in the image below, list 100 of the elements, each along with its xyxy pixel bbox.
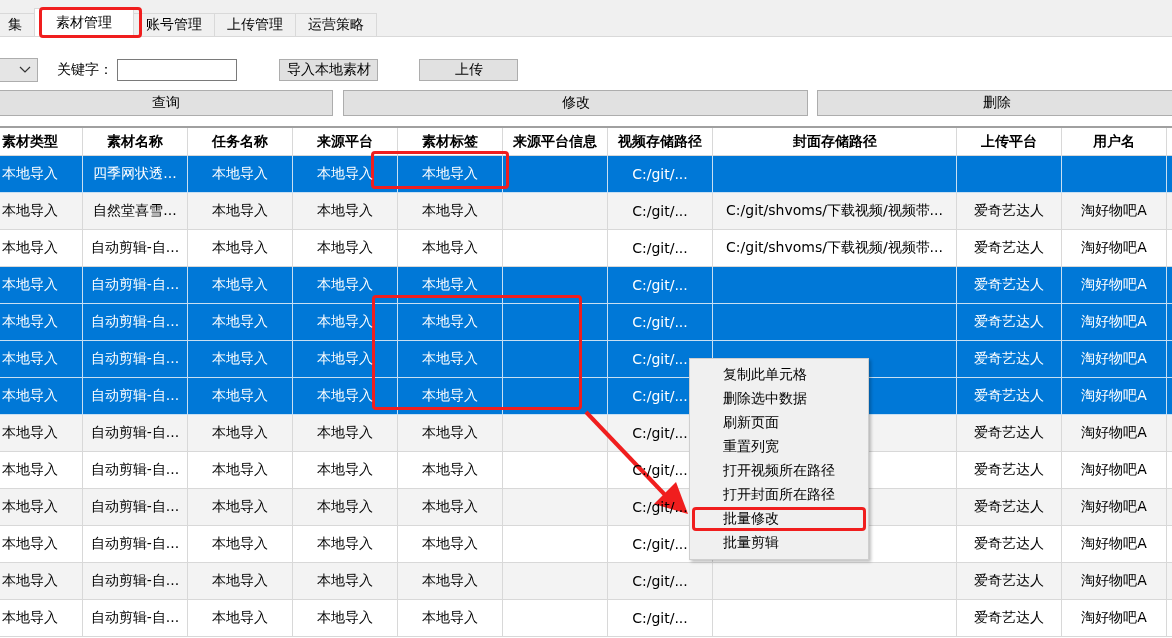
import-button[interactable]: 导入本地素材 [279,59,378,81]
column-header[interactable]: 素材标签 [398,128,503,156]
table-cell: 本地导入 [188,415,293,452]
column-header[interactable]: 用户名 [1062,128,1167,156]
column-header[interactable]: 封面存储路径 [713,128,957,156]
table-cell: 本地导入 [188,489,293,526]
table-cell: 淘好物吧A [1062,304,1167,341]
table-cell: 爱奇艺达人 [957,193,1062,230]
table-cell: 本地导入 [398,304,503,341]
table-cell: 本地导入 [398,193,503,230]
table-cell: 淘好物吧A [1062,563,1167,600]
table-cell: 本地导入 [0,267,83,304]
column-header[interactable]: 上传平台 [957,128,1062,156]
table-cell: 爱奇艺达人 [957,267,1062,304]
table-cell: 自动剪辑-自... [83,341,188,378]
keyword-label: 关键字： [57,61,113,79]
column-header[interactable]: 素材类型 [0,128,83,156]
table-cell: 本地导入 [0,526,83,563]
table-cell: 自动剪辑-自... [83,452,188,489]
table-cell: 本地导入 [188,230,293,267]
table-cell: 爱奇艺达人 [957,415,1062,452]
table-cell: 本地导入 [398,526,503,563]
table-cell: C:/git/... [608,304,713,341]
table-cell: 爱奇艺达人 [957,563,1062,600]
table-cell: 本地导入 [0,452,83,489]
table-cell: 自动剪辑-自... [83,378,188,415]
column-header[interactable]: 任务名称 [188,128,293,156]
table-cell: C:/git/shvoms/下载视频/视频带... [713,230,957,267]
table-cell: C:/git/... [608,600,713,637]
keyword-field[interactable] [117,59,237,81]
table-cell: 淘好物吧A [1062,378,1167,415]
table-cell: 淘好物吧A [1062,526,1167,563]
table-cell: 爱奇艺达人 [957,304,1062,341]
table-cell: 四季网状透... [83,156,188,193]
table-cell: 爱奇艺达人 [957,600,1062,637]
table-cell: 本地导入 [0,193,83,230]
table-cell: C:/git/... [608,193,713,230]
table-cell: 本地导入 [398,378,503,415]
table-cell: 本地导入 [398,452,503,489]
table-cell: 自动剪辑-自... [83,489,188,526]
delete-button[interactable]: 删除 [817,90,1172,116]
table-cell: 本地导入 [0,415,83,452]
table-cell: 爱奇艺达人 [957,378,1062,415]
table-cell: 淘好物吧A [1062,193,1167,230]
table-cell: C:/git/... [608,563,713,600]
table-cell: 本地导入 [188,304,293,341]
table-cell: 本地导入 [398,563,503,600]
table-cell: 本地导入 [188,600,293,637]
table-cell: 本地导入 [0,304,83,341]
column-header[interactable]: 视频存储路径 [608,128,713,156]
table-cell: 自动剪辑-自... [83,526,188,563]
table-cell: 本地导入 [188,526,293,563]
table-cell: 本地导入 [398,341,503,378]
table-cell: 本地导入 [293,378,398,415]
table-cell: 自动剪辑-自... [83,267,188,304]
table-cell: C:/git/shvoms/下载视频/视频带... [713,193,957,230]
table-cell: 本地导入 [188,378,293,415]
table-cell: 本地导入 [0,378,83,415]
query-button[interactable]: 查询 [0,90,333,116]
table-cell: 淘好物吧A [1062,267,1167,304]
tab[interactable]: 素材管理 [34,8,134,36]
table-cell: 本地导入 [293,415,398,452]
tab[interactable]: 运营策略 [295,13,377,36]
table-cell: 本地导入 [293,230,398,267]
table-cell: 爱奇艺达人 [957,452,1062,489]
table-cell: C:/git/... [608,267,713,304]
table-cell: 本地导入 [293,304,398,341]
column-header[interactable]: 来源平台信息 [503,128,608,156]
table-cell: 本地导入 [188,563,293,600]
menu-item[interactable]: 批量修改 [692,507,866,531]
table-cell: 自动剪辑-自... [83,600,188,637]
table-cell: 本地导入 [0,489,83,526]
table-cell: 本地导入 [0,600,83,637]
table-cell: 爱奇艺达人 [957,489,1062,526]
table-cell: 自动剪辑-自... [83,230,188,267]
table-cell: 本地导入 [293,563,398,600]
table-cell: 自动剪辑-自... [83,304,188,341]
table-cell: 淘好物吧A [1062,452,1167,489]
table-cell: 本地导入 [293,193,398,230]
column-header[interactable]: 素材名称 [83,128,188,156]
table-cell: 本地导入 [0,156,83,193]
chevron-down-icon [19,66,31,74]
table-cell: 本地导入 [293,267,398,304]
table-cell: 本地导入 [293,452,398,489]
table-cell: 自动剪辑-自... [83,415,188,452]
table-cell: 本地导入 [0,230,83,267]
table-cell: 本地导入 [293,600,398,637]
table-cell: 本地导入 [188,193,293,230]
upload-button[interactable]: 上传 [419,59,518,81]
column-header[interactable]: 来源平台 [293,128,398,156]
table-cell: 爱奇艺达人 [957,526,1062,563]
table-cell: 淘好物吧A [1062,489,1167,526]
table-cell: 爱奇艺达人 [957,341,1062,378]
table-cell: 淘好物吧A [1062,600,1167,637]
table-cell: 本地导入 [0,341,83,378]
table-cell: 自然堂喜雪... [83,193,188,230]
edit-button[interactable]: 修改 [343,90,808,116]
table-cell: C:/git/... [608,230,713,267]
table-cell: 本地导入 [188,452,293,489]
table-cell: 本地导入 [398,600,503,637]
